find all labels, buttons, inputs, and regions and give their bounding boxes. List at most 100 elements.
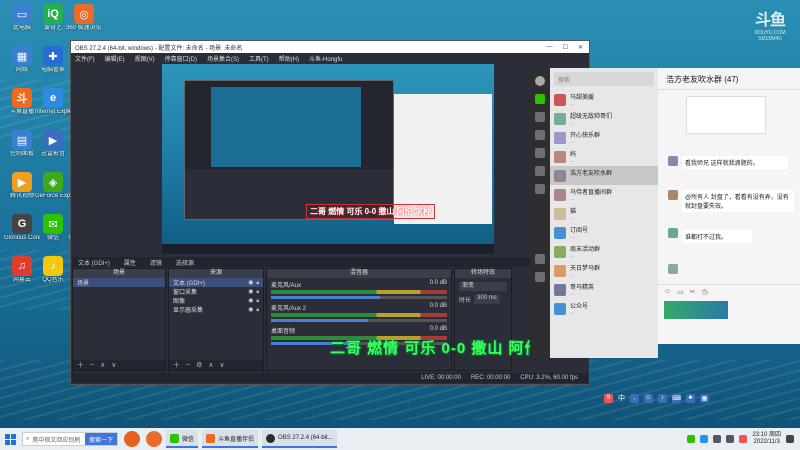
volume-slider[interactable] <box>271 296 447 299</box>
obs-preview[interactable]: 二哥 燃情 可乐 0-0 撒山 阿伦 求种 <box>162 64 494 254</box>
emoji-icon[interactable]: ☺ <box>644 393 653 403</box>
maximize-icon[interactable]: ☐ <box>563 44 568 51</box>
chat-list-item[interactable]: 猫... <box>550 204 658 223</box>
lock-icon[interactable]: 🔒︎ <box>256 307 259 313</box>
folder-icon[interactable]: ▭ <box>677 288 684 296</box>
visibility-icon[interactable]: ◉ <box>248 279 253 286</box>
avatar[interactable] <box>668 156 678 166</box>
firefox-icon[interactable] <box>124 431 140 447</box>
chat-image-message[interactable] <box>686 96 766 134</box>
search-button[interactable]: 搜索一下 <box>84 433 117 445</box>
skin-icon[interactable]: ♣ <box>686 393 695 403</box>
scene-item[interactable]: 场景 <box>73 278 165 287</box>
menu-item[interactable]: 帮助(H) <box>279 54 299 63</box>
toolbox-icon[interactable]: ▦ <box>700 393 709 403</box>
emoji-icon[interactable]: ☺ <box>664 288 671 296</box>
taskbar-search[interactable]: ⌕ 爬中宿文回应别刷 搜索一下 <box>22 432 118 446</box>
select-source-button[interactable]: 选择源 <box>176 258 194 267</box>
source-item[interactable]: 显示器采集 ◉ 🔒︎ <box>169 305 263 315</box>
filters-button[interactable]: 滤镜 <box>150 258 162 267</box>
source-item[interactable]: 窗口采集 ◉ 🔒︎ <box>169 287 263 297</box>
wechat-search-input[interactable]: 搜索 <box>554 72 654 86</box>
chat-input-area[interactable]: ☺ ▭ ✂ ◷ <box>658 284 800 344</box>
task-wechat[interactable]: 微信 <box>166 430 199 448</box>
ime-logo-icon[interactable]: S <box>604 393 613 403</box>
task-douyu[interactable]: 斗鱼直播伴侣 <box>202 430 259 448</box>
menu-icon[interactable] <box>535 272 545 282</box>
menu-item[interactable]: 工具(T) <box>249 54 269 63</box>
moments-icon[interactable] <box>535 166 545 176</box>
files-icon[interactable] <box>535 148 545 158</box>
scissors-icon[interactable]: ✂ <box>690 288 696 296</box>
add-icon[interactable]: ＋ <box>77 360 84 370</box>
visibility-icon[interactable]: ◉ <box>248 306 253 313</box>
menu-item[interactable]: 文件(F) <box>75 54 95 63</box>
move-up-icon[interactable]: ∧ <box>208 361 213 369</box>
favorites-icon[interactable] <box>535 130 545 140</box>
avatar[interactable] <box>668 264 678 274</box>
chat-list-item[interactable]: 开心快乐群... <box>550 128 658 147</box>
qq-tray-icon[interactable] <box>700 435 709 443</box>
volume-slider[interactable] <box>271 319 447 322</box>
chat-list-item[interactable]: 浩方老友吹水群... <box>550 166 658 185</box>
close-icon[interactable]: ✕ <box>578 44 583 51</box>
lock-icon[interactable]: 🔒︎ <box>256 289 259 295</box>
gear-icon[interactable]: ⚙ <box>196 361 202 369</box>
move-up-icon[interactable]: ∧ <box>100 361 105 369</box>
mini-program-icon[interactable] <box>535 184 545 194</box>
chat-list-item[interactable]: 周末活动群... <box>550 242 658 261</box>
add-icon[interactable]: ＋ <box>173 360 180 370</box>
phone-icon[interactable] <box>535 254 545 264</box>
menu-item[interactable]: 场景集合(S) <box>207 54 239 63</box>
obs-titlebar[interactable]: OBS 27.2.4 (64-bit, windows) - 配置文件: 未命名… <box>71 41 589 53</box>
chat-list-item[interactable]: 马甜美媛... <box>550 90 658 109</box>
chat-history-icon[interactable]: ◷ <box>702 288 708 296</box>
chat-list-item[interactable]: 公众号... <box>550 299 658 318</box>
source-item[interactable]: 图像 ◉ 🔒︎ <box>169 296 263 306</box>
volume-icon[interactable] <box>726 435 735 443</box>
network-icon[interactable] <box>713 435 722 443</box>
task-obs[interactable]: OBS 27.2.4 (64-bit... <box>262 430 337 448</box>
lock-icon[interactable]: 🔒︎ <box>256 298 259 304</box>
chat-list-item[interactable]: 天日梦马群... <box>550 261 658 280</box>
ime-toolbar[interactable]: S 中 , ☺ ♪ ⌨ ♣ ▦ <box>604 392 709 404</box>
menu-item[interactable]: 斗鱼-Hongfu <box>309 54 342 63</box>
avatar[interactable] <box>535 76 545 86</box>
transition-duration-input[interactable]: 300 ms <box>474 295 500 304</box>
start-button[interactable] <box>0 428 20 450</box>
menu-item[interactable]: 停靠窗口(D) <box>165 54 197 63</box>
minimize-icon[interactable]: — <box>547 44 553 51</box>
keyboard-icon[interactable]: ⌨ <box>672 393 681 403</box>
remove-icon[interactable]: − <box>90 362 94 369</box>
remove-icon[interactable]: − <box>186 362 190 369</box>
visibility-icon[interactable]: ◉ <box>248 288 253 295</box>
move-down-icon[interactable]: ∨ <box>220 361 225 369</box>
lock-icon[interactable]: 🔒︎ <box>256 280 259 286</box>
punctuation-icon[interactable]: , <box>630 393 639 403</box>
ime-mode[interactable]: 中 <box>618 393 625 403</box>
contacts-icon[interactable] <box>535 112 545 122</box>
move-down-icon[interactable]: ∨ <box>111 361 116 369</box>
browser-360-icon[interactable] <box>146 431 162 447</box>
properties-button[interactable]: 属性 <box>124 258 136 267</box>
avatar[interactable] <box>668 190 678 200</box>
chat-list-item[interactable]: 妈... <box>550 147 658 166</box>
notification-icon[interactable] <box>786 435 794 443</box>
menu-item[interactable]: 编辑(E) <box>105 54 125 63</box>
clock[interactable]: 23:10 周四 2022/11/3 <box>752 432 781 446</box>
menu-item[interactable]: 视图(V) <box>135 54 155 63</box>
ime-tray-icon[interactable] <box>739 435 748 443</box>
source-item[interactable]: 文本 (GDI+) ◉ 🔒︎ <box>169 278 263 287</box>
microphone-icon[interactable]: ♪ <box>658 393 667 403</box>
chat-list-item[interactable]: 超级无敌帅哥们... <box>550 109 658 128</box>
chat-icon[interactable] <box>535 94 545 104</box>
chat-list-item[interactable]: 马侍者直播间群... <box>550 185 658 204</box>
transition-select[interactable]: 渐变 <box>459 282 507 291</box>
chat-list-item[interactable]: 哥马精英... <box>550 280 658 299</box>
wechat-tray-icon[interactable] <box>687 435 696 443</box>
chat-list-item[interactable]: 订阅号... <box>550 223 658 242</box>
avatar[interactable] <box>668 228 678 238</box>
desktop-icon[interactable]: ◎360 极速浏览器 <box>66 4 102 40</box>
pasted-image[interactable] <box>664 301 728 319</box>
visibility-icon[interactable]: ◉ <box>248 297 253 304</box>
